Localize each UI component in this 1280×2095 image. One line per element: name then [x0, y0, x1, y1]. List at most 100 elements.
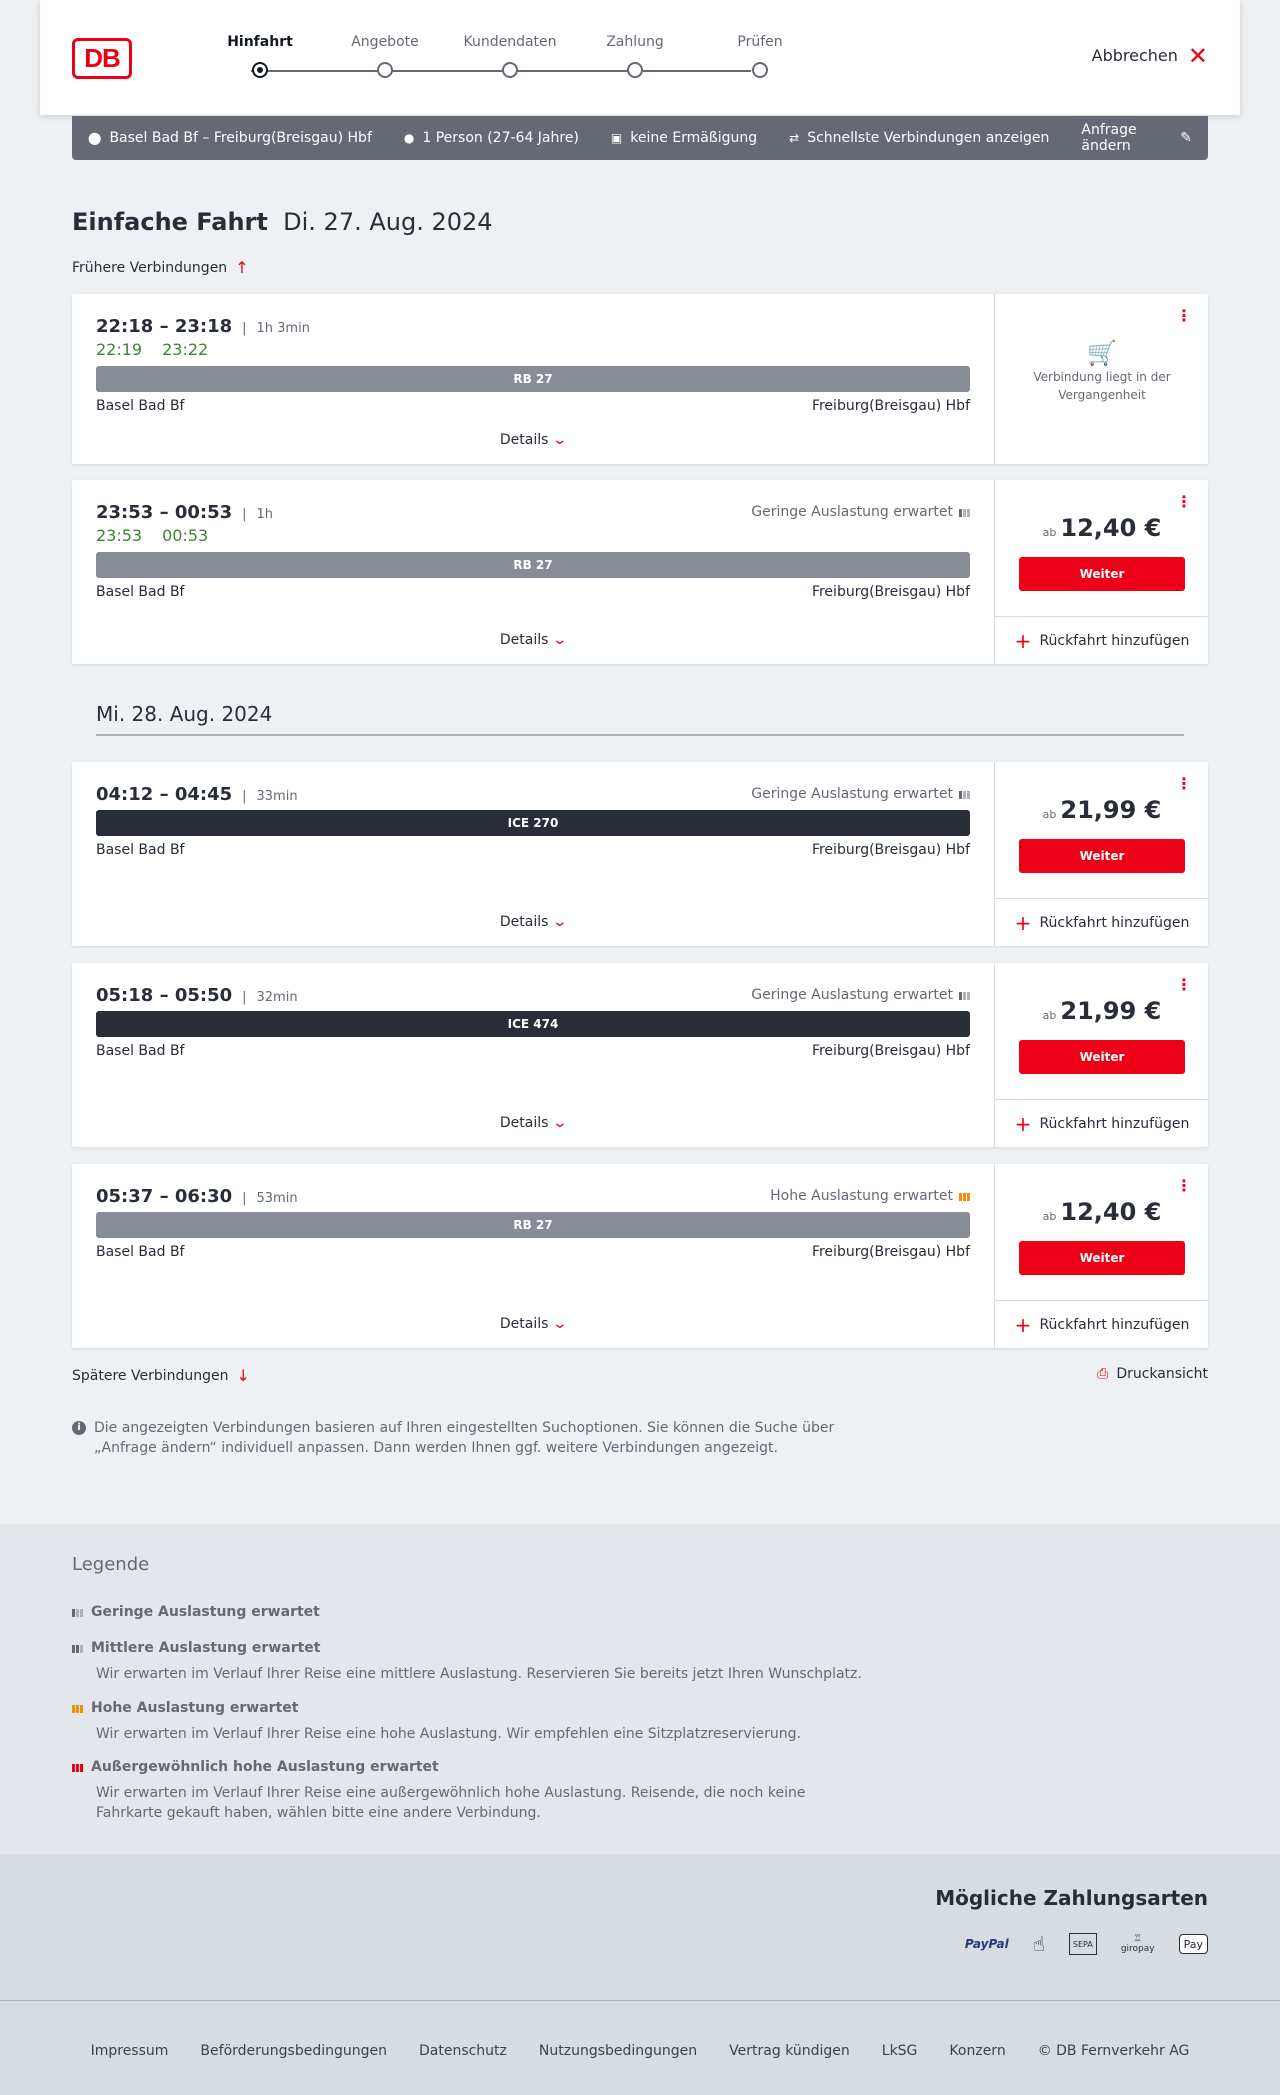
details-toggle[interactable]: Details ⌄ — [72, 1316, 994, 1332]
price-value: 12,40 € — [1060, 1198, 1162, 1226]
add-return-button[interactable]: + Rückfahrt hinzufügen — [995, 616, 1209, 664]
add-return-button[interactable]: + Rückfahrt hinzufügen — [995, 898, 1209, 946]
connection-card: 05:18 – 05:50 | 32min Geringe Auslastung e… — [72, 963, 1209, 1147]
duration: 1h 3min — [256, 321, 310, 336]
arrival-station: Freiburg(Breisgau) Hbf — [811, 842, 970, 858]
footer: Impressum Beförderungsbedingungen Datens… — [0, 2000, 1280, 2095]
add-return-button[interactable]: + Rückfahrt hinzufügen — [995, 1099, 1209, 1147]
footer-link-datenschutz[interactable]: Datenschutz — [419, 2043, 507, 2059]
return-label: Rückfahrt hinzufügen — [1039, 1115, 1190, 1132]
details-label: Details — [499, 914, 549, 930]
trip-date: Di. 27. Aug. 2024 — [283, 208, 493, 236]
more-options-icon[interactable]: ⋮ — [1176, 308, 1192, 324]
more-options-icon[interactable]: ⋮ — [1176, 977, 1192, 993]
legend-item-title: Mittlere Auslastung erwartet — [91, 1640, 321, 1656]
plus-icon: + — [1014, 628, 1032, 653]
connection-info: 04:12 – 04:45 | 33min Geringe Auslastung e… — [72, 762, 994, 946]
add-return-button[interactable]: + Rückfahrt hinzufügen — [995, 1300, 1209, 1348]
details-toggle[interactable]: Details ⌄ — [72, 432, 994, 448]
later-connections-link[interactable]: Spätere Verbindungen ↓ — [72, 1366, 250, 1385]
plus-icon: + — [1014, 1312, 1032, 1337]
person-icon: ● — [403, 131, 415, 145]
arrival-station: Freiburg(Breisgau) Hbf — [811, 1244, 970, 1260]
train-bar[interactable]: RB 27 — [96, 1212, 970, 1238]
footer-link-befoerderung[interactable]: Beförderungsbedingungen — [200, 2043, 387, 2059]
weiter-button[interactable]: Weiter — [1019, 1241, 1185, 1275]
footer-link-nutzung[interactable]: Nutzungsbedingungen — [539, 2043, 697, 2059]
later-label: Spätere Verbindungen — [72, 1367, 229, 1384]
payment-icons: PayPal ☝ SEPA ♖ giropay Pay — [965, 1930, 1208, 1958]
departure-station: Basel Bad Bf — [96, 842, 185, 858]
query-option: ⇄ Schnellste Verbindungen anzeigen — [789, 130, 1049, 146]
occupancy-high-icon — [72, 1703, 83, 1713]
separator: | — [242, 507, 247, 522]
price-prefix: ab — [1042, 1210, 1057, 1223]
connection-times: 05:37 – 06:30 | 53min — [96, 1186, 298, 1207]
separator: | — [242, 321, 247, 336]
offer-panel: ⋮ ab 12,40 € Weiter + Rückfahrt hinzufüge… — [994, 480, 1209, 664]
price: ab 21,99 € — [995, 997, 1209, 1025]
details-toggle[interactable]: Details ⌄ — [72, 914, 994, 930]
train-bar[interactable]: RB 27 — [96, 366, 970, 392]
details-label: Details — [499, 1316, 549, 1332]
legend-item-extreme: Außergewöhnlich hohe Auslastung erwartet… — [72, 1759, 876, 1823]
occupancy-low-icon — [959, 789, 970, 799]
step-dot — [252, 62, 268, 78]
footer-link-lksg[interactable]: LkSG — [882, 2043, 918, 2059]
realtime-times: 23:53 00:53 — [96, 526, 208, 545]
plus-icon: + — [1014, 1111, 1032, 1136]
giropay-icon: ♖ giropay — [1121, 1930, 1155, 1958]
occupancy-low-icon — [72, 1607, 83, 1617]
departure-station: Basel Bad Bf — [96, 584, 185, 600]
chevron-down-icon: ⌄ — [552, 432, 569, 448]
weiter-button[interactable]: Weiter — [1019, 1040, 1185, 1074]
details-label: Details — [499, 432, 549, 448]
price-value: 21,99 € — [1060, 796, 1162, 824]
separator: | — [242, 990, 247, 1005]
cancel-button[interactable]: Abbrechen ✕ — [1092, 41, 1208, 70]
print-view-link[interactable]: ⎙ Druckansicht — [1097, 1366, 1208, 1382]
legend-item-title: Außergewöhnlich hohe Auslastung erwartet — [91, 1759, 439, 1775]
more-options-icon[interactable]: ⋮ — [1176, 1178, 1192, 1194]
weiter-button[interactable]: Weiter — [1019, 839, 1185, 873]
details-label: Details — [499, 1115, 549, 1131]
price-prefix: ab — [1042, 1009, 1057, 1022]
occupancy-medium-icon — [72, 1643, 83, 1653]
arrow-up-icon: ↑ — [235, 258, 249, 277]
close-icon: ✕ — [1187, 41, 1208, 70]
connection-card: 05:37 – 06:30 | 53min Hohe Auslastung erwa… — [72, 1164, 1209, 1348]
weiter-button[interactable]: Weiter — [1019, 557, 1185, 591]
footer-copyright: © DB Fernverkehr AG — [1037, 2043, 1190, 2059]
earlier-connections-link[interactable]: Frühere Verbindungen ↑ — [72, 258, 249, 277]
edit-query-button[interactable]: Anfrage ändern ✎ — [1081, 122, 1192, 154]
train-bar[interactable]: ICE 474 — [96, 1011, 970, 1037]
details-toggle[interactable]: Details ⌄ — [72, 632, 994, 648]
realtime-times: 22:19 23:22 — [96, 340, 208, 359]
more-options-icon[interactable]: ⋮ — [1176, 494, 1192, 510]
swap-arrows-icon: ⇄ — [789, 131, 800, 145]
printer-icon: ⎙ — [1097, 1366, 1109, 1382]
footer-link-kuendigen[interactable]: Vertrag kündigen — [729, 2043, 850, 2059]
realtime-arrival: 23:22 — [162, 340, 209, 359]
bahncard-icon: ▣ — [610, 131, 623, 145]
train-bar[interactable]: ICE 270 — [96, 810, 970, 836]
giropay-label: giropay — [1120, 1944, 1155, 1954]
train-bar[interactable]: RB 27 — [96, 552, 970, 578]
occupancy-low-icon — [959, 990, 970, 1000]
realtime-departure: 23:53 — [96, 526, 143, 545]
footer-link-impressum[interactable]: Impressum — [91, 2043, 169, 2059]
planned-times: 04:12 – 04:45 — [96, 784, 233, 805]
connection-times: 05:18 – 05:50 | 32min — [96, 985, 298, 1006]
more-options-icon[interactable]: ⋮ — [1176, 776, 1192, 792]
price: ab 12,40 € — [995, 514, 1209, 542]
legend-item-desc: Wir erwarten im Verlauf Ihrer Reise eine… — [96, 1785, 806, 1821]
chevron-down-icon: ⌄ — [552, 1316, 569, 1332]
connection-info: 23:53 – 00:53 | 1h 23:53 00:53 Geringe Ausl… — [72, 480, 994, 664]
db-logo[interactable]: DB — [72, 38, 132, 79]
footer-link-konzern[interactable]: Konzern — [949, 2043, 1005, 2059]
details-toggle[interactable]: Details ⌄ — [72, 1115, 994, 1131]
cart-disabled-icon: 🛒 — [1087, 339, 1117, 367]
chevron-down-icon: ⌄ — [552, 632, 569, 648]
option-text: Schnellste Verbindungen anzeigen — [807, 130, 1050, 146]
location-pin-icon: ⬤ — [88, 131, 102, 145]
